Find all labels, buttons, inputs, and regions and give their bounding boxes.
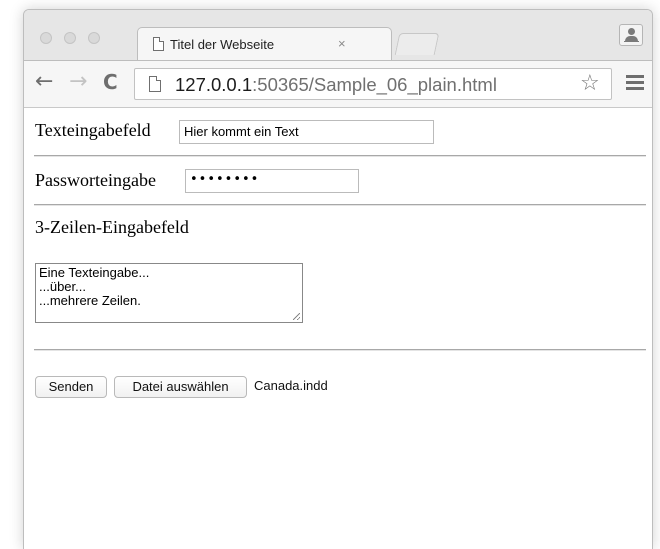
browser-window: Titel der Webseite × ← → C 127.0.0.1:503…: [23, 9, 653, 549]
reload-icon[interactable]: C: [103, 71, 118, 93]
textarea-line: ...über...: [39, 279, 86, 294]
password-field-label: Passworteingabe: [35, 170, 156, 190]
window-close-control[interactable]: [40, 32, 52, 44]
browser-toolbar: ← → C 127.0.0.1:50365/Sample_06_plain.ht…: [24, 60, 652, 108]
page-icon: [153, 37, 164, 51]
tab-active[interactable]: Titel der Webseite ×: [137, 27, 392, 61]
back-icon[interactable]: ←: [35, 71, 53, 93]
star-icon[interactable]: ☆: [580, 71, 600, 96]
submit-button[interactable]: Senden: [35, 376, 107, 398]
tab-strip: Titel der Webseite ×: [24, 10, 652, 61]
divider: [34, 155, 646, 157]
url-path: :50365/Sample_06_plain.html: [252, 74, 497, 95]
divider: [34, 204, 646, 206]
new-tab-button[interactable]: [394, 33, 440, 55]
text-field-label: Texteingabefeld: [35, 120, 151, 140]
window-zoom-control[interactable]: [88, 32, 100, 44]
page-icon: [149, 76, 161, 92]
tab-title: Titel der Webseite: [170, 37, 275, 52]
url-host: 127.0.0.1: [175, 74, 253, 95]
resize-grip-icon[interactable]: [293, 313, 300, 320]
url-text: 127.0.0.1:50365/Sample_06_plain.html: [175, 74, 497, 96]
hamburger-menu-icon[interactable]: [626, 75, 644, 91]
forward-icon[interactable]: →: [69, 71, 87, 93]
window-minimize-control[interactable]: [64, 32, 76, 44]
close-icon[interactable]: ×: [338, 36, 346, 51]
textarea-line: ...mehrere Zeilen.: [39, 293, 141, 308]
selected-file-name: Canada.indd: [254, 378, 328, 393]
choose-file-button[interactable]: Datei auswählen: [114, 376, 247, 398]
profile-icon[interactable]: [619, 24, 643, 46]
page-content: Texteingabefeld Hier kommt ein Text Pass…: [24, 109, 652, 549]
multiline-textarea[interactable]: Eine Texteingabe... ...über... ...mehrer…: [35, 263, 303, 323]
divider: [34, 349, 646, 351]
address-bar[interactable]: 127.0.0.1:50365/Sample_06_plain.html ☆: [134, 68, 612, 100]
text-input[interactable]: Hier kommt ein Text: [179, 120, 434, 144]
textarea-line: Eine Texteingabe...: [39, 265, 150, 280]
textarea-label: 3-Zeilen-Eingabefeld: [35, 217, 189, 237]
password-input[interactable]: ••••••••: [185, 169, 359, 193]
